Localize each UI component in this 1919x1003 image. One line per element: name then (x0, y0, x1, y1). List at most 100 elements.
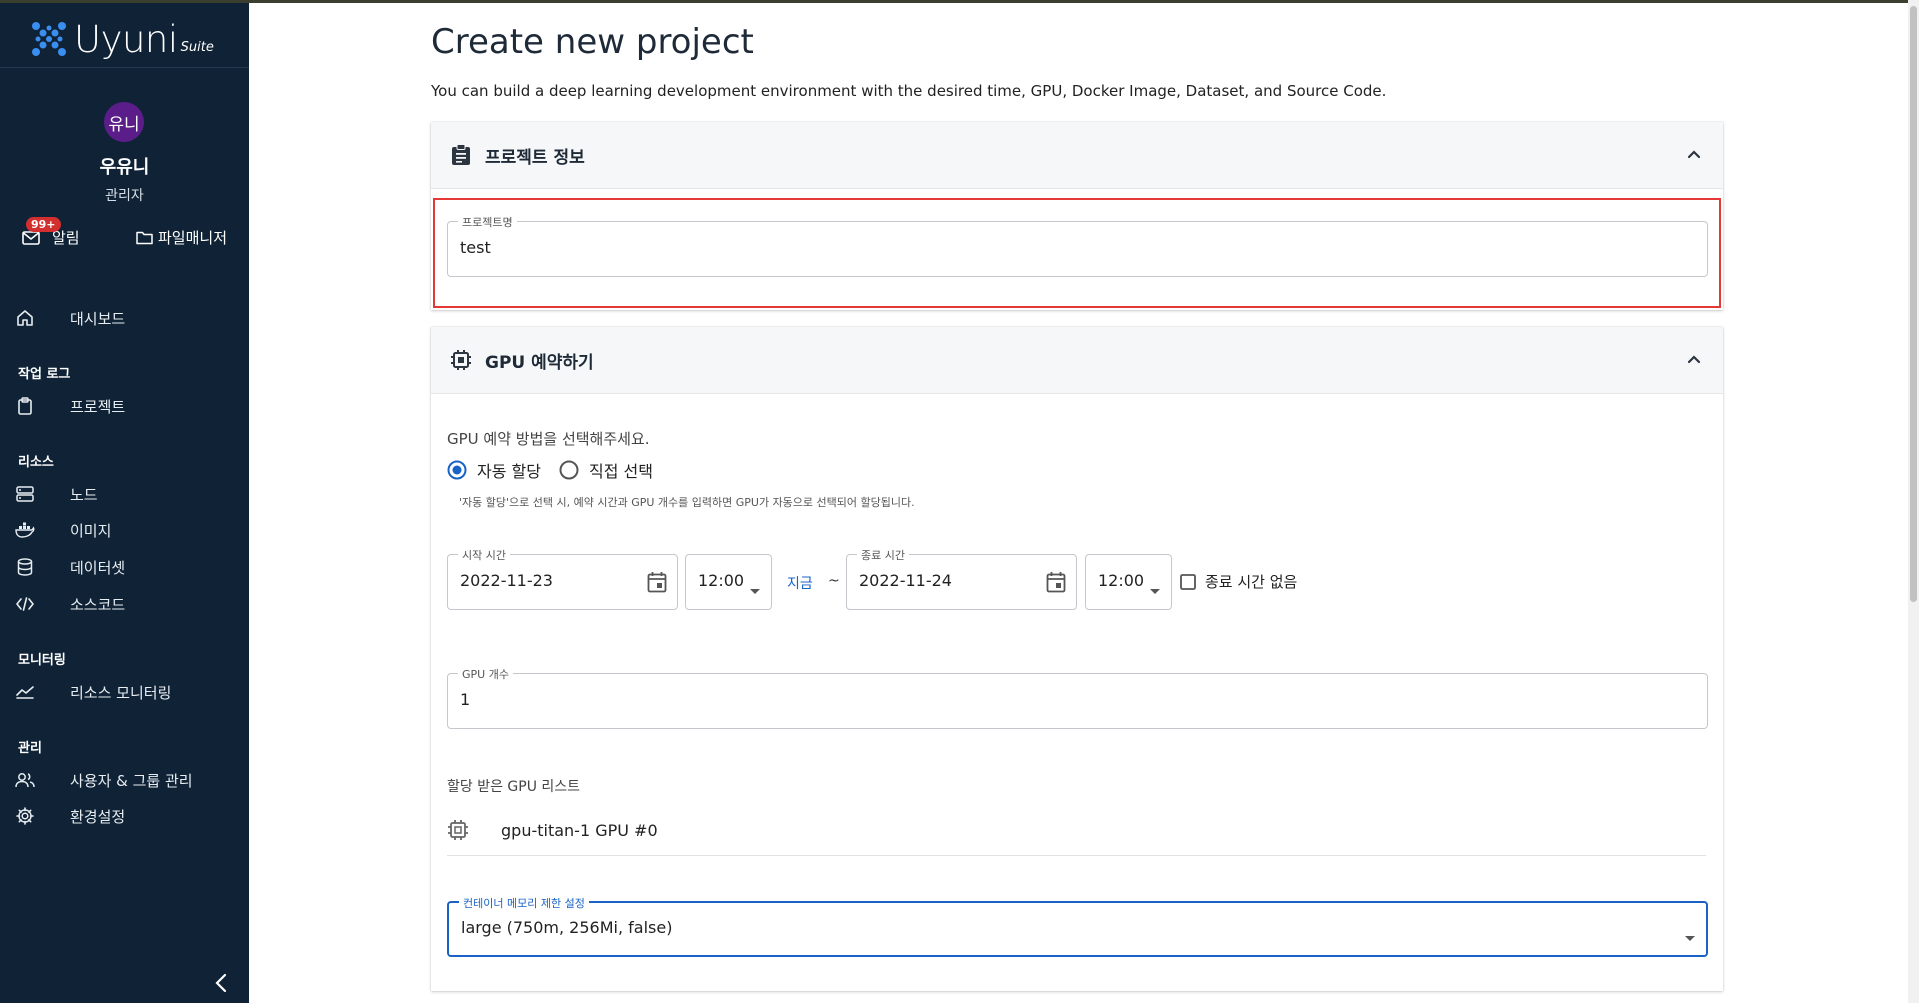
sidebar-item-label: 리소스 모니터링 (70, 683, 172, 702)
start-date-label: 시작 시간 (458, 547, 510, 563)
app-logo[interactable]: Uyuni Suite (30, 17, 214, 61)
gpu-count-label: GPU 개수 (458, 666, 513, 682)
start-date-value: 2022-11-23 (460, 571, 553, 590)
start-date-field[interactable]: 시작 시간 2022-11-23 (447, 547, 678, 610)
logo-text: Uyuni (74, 17, 178, 61)
start-time-select[interactable]: 12:00 (685, 554, 772, 610)
assigned-gpu-item: gpu-titan-1 GPU #0 (447, 805, 1706, 856)
home-icon (14, 307, 36, 329)
alarm-badge: 99+ (26, 217, 61, 232)
radio-unchecked-icon (559, 460, 579, 480)
no-end-time-checkbox[interactable]: 종료 시간 없음 (1180, 571, 1297, 592)
sidebar-item-user-group[interactable]: 사용자 & 그룹 관리 (14, 769, 193, 791)
database-icon (14, 556, 36, 578)
gear-icon (14, 805, 36, 827)
page-description: You can build a deep learning developmen… (431, 82, 1387, 100)
scrollbar-thumb[interactable] (1910, 6, 1917, 602)
start-time-value: 12:00 (698, 571, 745, 590)
now-link[interactable]: 지금 (787, 573, 813, 593)
chevron-left-icon (215, 973, 227, 993)
end-time-value: 12:00 (1098, 571, 1145, 590)
end-date-label: 종료 시간 (857, 547, 909, 563)
page-title: Create new project (431, 22, 754, 62)
radio-auto[interactable]: 자동 할당 (447, 458, 541, 482)
tilde-separator: ~ (828, 573, 840, 589)
sidebar-divider (0, 67, 249, 68)
users-icon (14, 769, 36, 791)
logo-suite: Suite (180, 39, 214, 55)
calendar-icon[interactable] (647, 571, 667, 597)
project-info-title: 프로젝트 정보 (485, 147, 585, 168)
gpu-count-field[interactable]: GPU 개수 1 (447, 666, 1708, 729)
sidebar-item-node[interactable]: 노드 (14, 483, 98, 505)
filemanager-button[interactable]: 파일매니저 (136, 227, 227, 248)
clipboard-icon (14, 395, 36, 417)
section-admin: 관리 (18, 741, 42, 756)
chip-icon (447, 819, 469, 841)
sidebar-item-label: 대시보드 (70, 309, 126, 328)
end-date-field[interactable]: 종료 시간 2022-11-24 (846, 547, 1077, 610)
sidebar-item-dashboard[interactable]: 대시보드 (14, 307, 125, 329)
assignment-icon (449, 143, 473, 167)
user-role: 관리자 (105, 188, 144, 204)
memory-limit-label: 컨테이너 메모리 제한 설정 (459, 895, 589, 911)
server-icon (14, 483, 36, 505)
docker-icon (14, 519, 36, 541)
gpu-method-prompt: GPU 예약 방법을 선택해주세요. (447, 430, 650, 448)
end-date-value: 2022-11-24 (859, 571, 952, 590)
sidebar-item-project[interactable]: 프로젝트 (14, 395, 125, 417)
logo-mark-icon (30, 20, 68, 58)
code-icon (14, 593, 36, 615)
project-info-card: 프로젝트 정보 프로젝트명 test (431, 122, 1723, 310)
chip-icon (449, 348, 473, 372)
sidebar-item-label: 프로젝트 (70, 397, 126, 416)
sidebar: Uyuni Suite 유니 우유니 관리자 알림 99+ 파일매니저 대시보드… (0, 3, 249, 1003)
avatar[interactable]: 유니 (104, 102, 144, 142)
no-end-time-label: 종료 시간 없음 (1205, 573, 1298, 591)
sidebar-item-image[interactable]: 이미지 (14, 519, 111, 541)
section-monitoring: 모니터링 (18, 653, 66, 668)
memory-limit-value: large (750m, 256Mi, false) (461, 918, 673, 937)
top-edge (0, 0, 1919, 3)
sidebar-item-resource-monitoring[interactable]: 리소스 모니터링 (14, 681, 171, 703)
gpu-count-value: 1 (460, 690, 471, 709)
caret-down-icon (750, 580, 760, 599)
caret-down-icon (1685, 927, 1695, 946)
sidebar-item-label: 노드 (70, 485, 98, 504)
gpu-reservation-card: GPU 예약하기 GPU 예약 방법을 선택해주세요. 자동 할당 직접 선택 … (431, 327, 1723, 991)
auto-hint: '자동 할당'으로 선택 시, 예약 시간과 GPU 개수를 입력하면 GPU가… (459, 496, 915, 509)
sidebar-item-dataset[interactable]: 데이터셋 (14, 556, 125, 578)
end-time-select[interactable]: 12:00 (1085, 554, 1172, 610)
sidebar-item-settings[interactable]: 환경설정 (14, 805, 125, 827)
sidebar-item-label: 사용자 & 그룹 관리 (70, 771, 193, 790)
sidebar-item-label: 소스코드 (70, 595, 126, 614)
assigned-gpu-name: gpu-titan-1 GPU #0 (501, 820, 658, 840)
calendar-icon[interactable] (1046, 571, 1066, 597)
caret-down-icon (1150, 580, 1160, 599)
gpu-reservation-header[interactable]: GPU 예약하기 (431, 327, 1723, 394)
user-name: 우유니 (99, 157, 150, 178)
folder-icon (136, 230, 153, 245)
chart-line-icon (14, 681, 36, 703)
project-info-header[interactable]: 프로젝트 정보 (431, 122, 1723, 189)
filemanager-label: 파일매니저 (158, 229, 228, 247)
chevron-up-icon[interactable] (1687, 144, 1701, 163)
sidebar-item-label: 환경설정 (70, 807, 126, 826)
project-name-field[interactable]: 프로젝트명 test (447, 214, 1708, 277)
gpu-reservation-title: GPU 예약하기 (485, 352, 594, 373)
project-name-label: 프로젝트명 (458, 214, 517, 230)
sidebar-item-sourcecode[interactable]: 소스코드 (14, 593, 125, 615)
radio-manual-label: 직접 선택 (588, 462, 653, 481)
chevron-up-icon[interactable] (1687, 349, 1701, 368)
radio-auto-label: 자동 할당 (477, 462, 541, 481)
memory-limit-select[interactable]: 컨테이너 메모리 제한 설정 large (750m, 256Mi, false… (447, 895, 1708, 957)
project-name-value: test (460, 238, 491, 257)
collapse-sidebar-button[interactable] (214, 973, 228, 999)
gpu-method-radio-group: 자동 할당 직접 선택 (447, 458, 653, 482)
checkbox-icon (1180, 573, 1196, 590)
sidebar-item-label: 데이터셋 (70, 558, 126, 577)
assigned-gpu-title: 할당 받은 GPU 리스트 (447, 779, 581, 795)
sidebar-item-label: 이미지 (70, 521, 112, 540)
radio-manual[interactable]: 직접 선택 (559, 458, 653, 482)
section-worklog: 작업 로그 (18, 367, 71, 382)
